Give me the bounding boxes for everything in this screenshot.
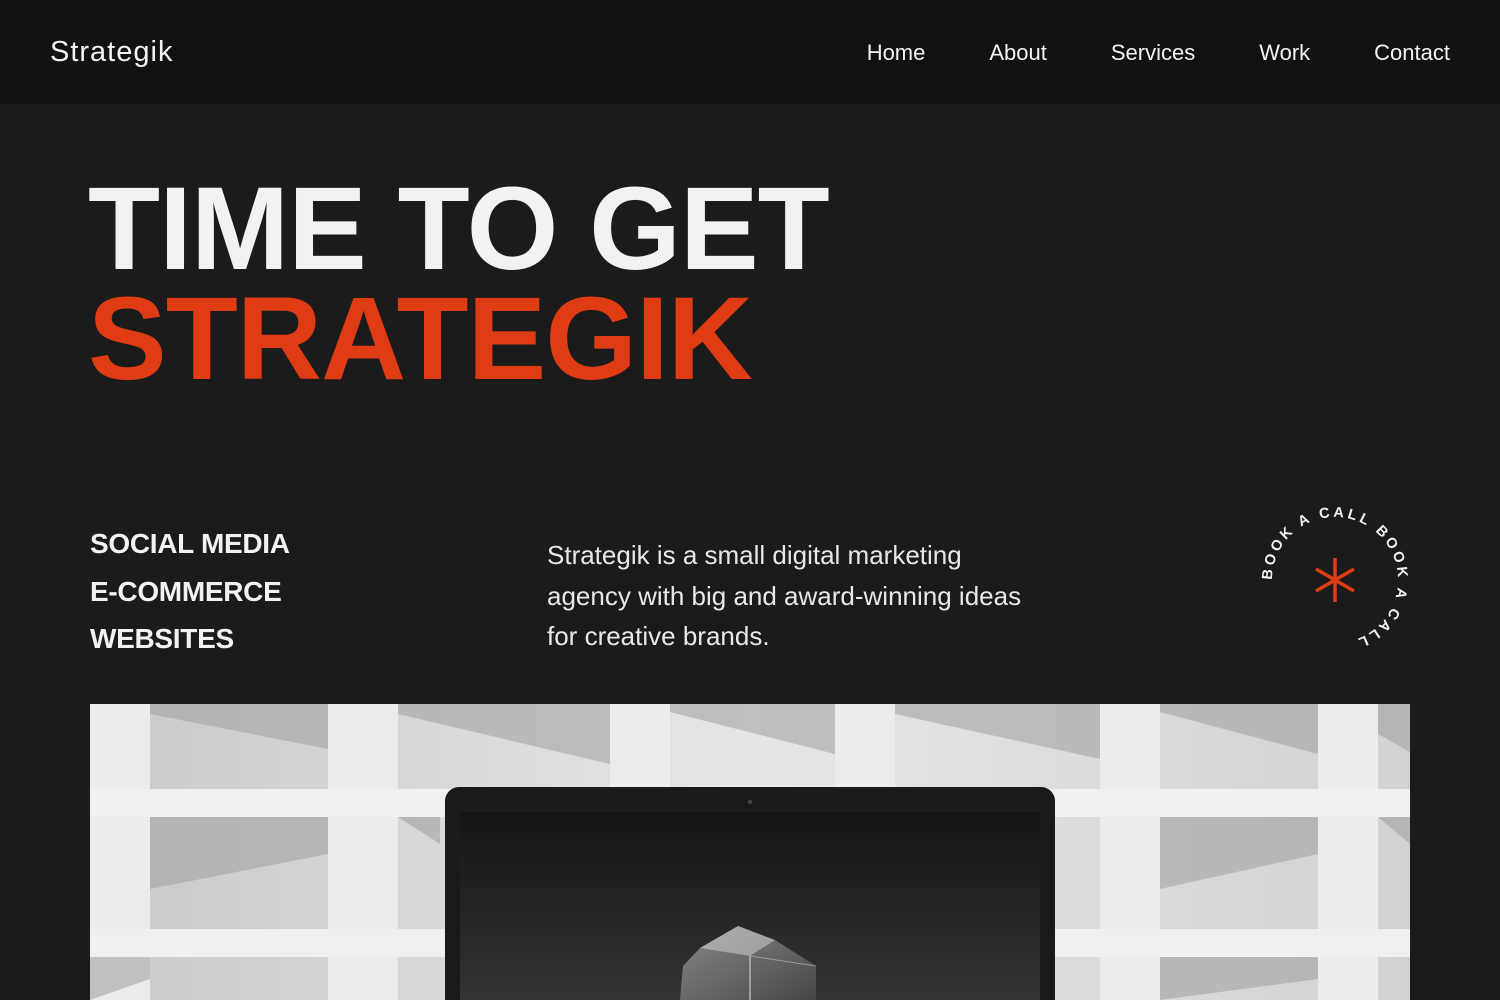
top-navigation-bar: Strategik Home About Services Work Conta… — [0, 0, 1500, 104]
main-nav: Home About Services Work Contact — [803, 40, 1450, 66]
hero-image-laptop — [90, 704, 1410, 1000]
book-a-call-ring: BOOK A CALL BOOK A CALL — [1260, 505, 1407, 652]
nav-home[interactable]: Home — [867, 40, 926, 66]
nav-work[interactable]: Work — [1259, 40, 1310, 66]
service-item-ecommerce: E-COMMERCE — [90, 575, 282, 607]
nav-contact[interactable]: Contact — [1374, 40, 1450, 66]
services-list: SOCIAL MEDIA E-COMMERCE WEBSITES — [90, 520, 290, 663]
service-item-websites: WEBSITES — [90, 623, 234, 654]
brand-logo[interactable]: Strategik — [50, 36, 173, 69]
book-a-call-badge[interactable]: BOOK A CALL BOOK A CALL — [1255, 500, 1415, 660]
service-item-social-media: SOCIAL MEDIA — [90, 528, 290, 559]
laptop — [445, 787, 1055, 1000]
laptop-architecture-illustration — [90, 704, 1410, 1000]
agency-description: Strategik is a small digital marketing a… — [547, 540, 1022, 651]
asterisk-icon — [1315, 558, 1355, 602]
hero-headline-line-1: TIME TO GET — [88, 163, 830, 295]
nav-services[interactable]: Services — [1111, 40, 1195, 66]
hero-headline-line-2: STRATEGIK — [88, 273, 753, 405]
nav-about[interactable]: About — [989, 40, 1047, 66]
